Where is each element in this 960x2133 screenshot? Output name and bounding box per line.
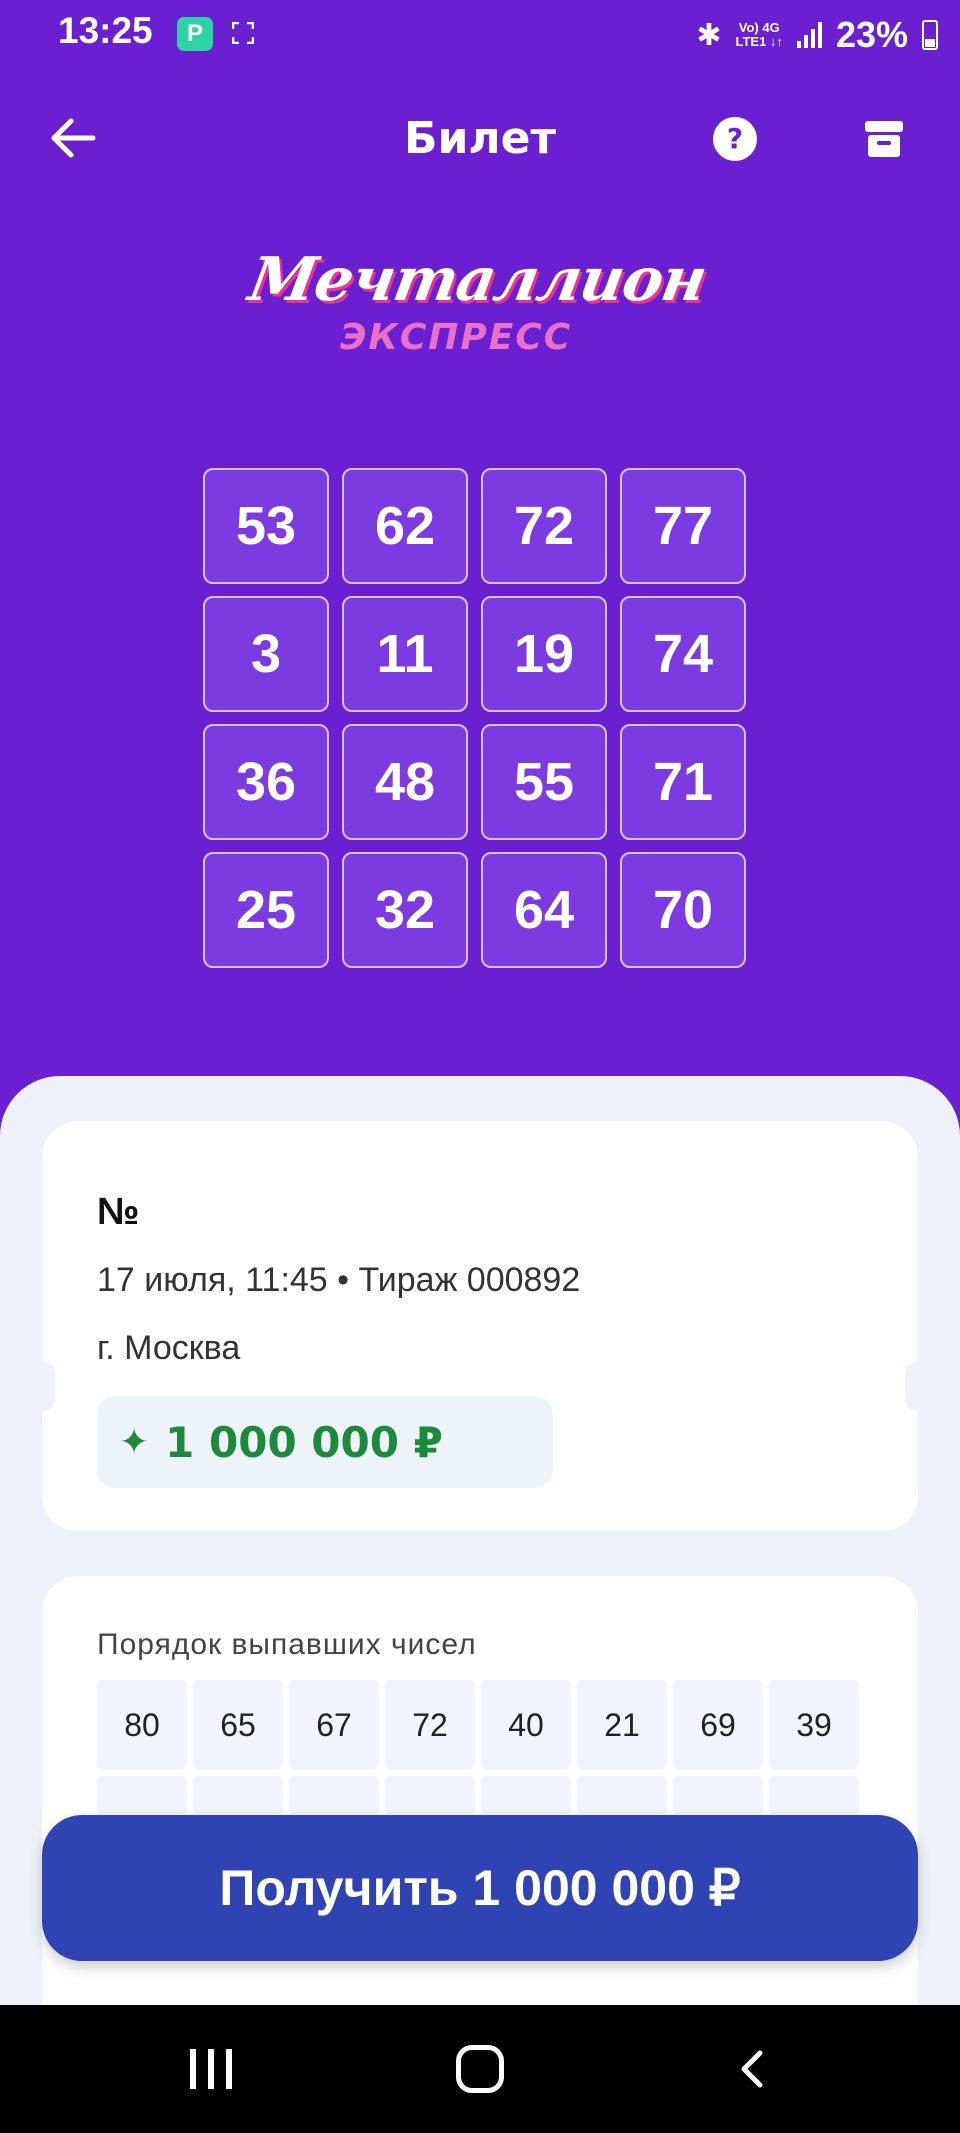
status-time: 13:25 [58,10,153,51]
drawn-numbers-row: 80 65 67 72 40 21 69 39 [97,1680,859,1770]
recents-icon[interactable] [190,2049,232,2089]
grid-cell: 62 [342,468,468,584]
bluetooth-icon: ✱ [696,17,722,53]
drawn-number: 69 [673,1680,763,1770]
grid-cell: 70 [620,852,746,968]
battery-icon [922,20,938,50]
status-bar: 13:25 P ✱ Vo) 4G LTE1 ↓↑ 23% [0,0,960,70]
grid-cell: 3 [203,596,329,712]
ticket-city: г. Москва [97,1329,241,1367]
ticket-info-card: № 17 июля, 11:45 • Тираж 000892 г. Москв… [29,1121,931,1531]
drawn-number: 67 [289,1680,379,1770]
app-header: Билет ? [0,95,960,185]
grid-cell: 19 [481,596,607,712]
lottery-logo: Мечталлион ЭКСПРЕСС [240,245,720,365]
grid-cell: 32 [342,852,468,968]
prize-badge: ✦ 1 000 000 ₽ [97,1396,553,1488]
ticket-number-label: № [97,1191,140,1233]
ticket-date-draw: 17 июля, 11:45 • Тираж 000892 [97,1261,581,1299]
grid-cell: 71 [620,724,746,840]
grid-cell: 11 [342,596,468,712]
help-icon[interactable]: ? [713,117,757,161]
grid-cell: 72 [481,468,607,584]
drawn-number: 72 [385,1680,475,1770]
grid-cell: 64 [481,852,607,968]
claim-prize-button[interactable]: Получить 1 000 000 ₽ [42,1815,918,1961]
signal-icon [796,22,822,48]
drawn-number: 40 [481,1680,571,1770]
system-nav-bar [0,2005,960,2133]
drawn-number: 21 [577,1680,667,1770]
drawn-number: 80 [97,1680,187,1770]
grid-cell: 36 [203,724,329,840]
grid-cell: 25 [203,852,329,968]
screenshot-icon [232,22,254,44]
ticket-number-grid: 53 62 72 77 3 11 19 74 36 48 55 71 25 32… [203,468,748,968]
battery-percent: 23% [835,14,908,55]
archive-icon[interactable] [862,117,906,161]
grid-cell: 48 [342,724,468,840]
page-title: Билет [404,113,556,164]
logo-sub-text: ЭКСПРЕСС [340,317,573,358]
nav-back-icon[interactable] [730,2045,778,2093]
app-notification-icon: P [177,17,213,51]
drawn-number: 39 [769,1680,859,1770]
home-icon[interactable] [456,2045,504,2093]
grid-cell: 77 [620,468,746,584]
draw-order-title: Порядок выпавших чисел [97,1628,477,1661]
grid-cell: 74 [620,596,746,712]
sparkle-icon: ✦ [119,1421,150,1463]
status-indicators: ✱ Vo) 4G LTE1 ↓↑ 23% [696,10,938,60]
grid-cell: 55 [481,724,607,840]
drawn-numbers-row-partial [97,1776,859,1816]
logo-main-text: Мечталлион [243,245,712,315]
network-indicator: Vo) 4G LTE1 ↓↑ [735,20,783,49]
grid-cell: 53 [203,468,329,584]
prize-amount: 1 000 000 ₽ [165,1417,443,1467]
drawn-number: 65 [193,1680,283,1770]
